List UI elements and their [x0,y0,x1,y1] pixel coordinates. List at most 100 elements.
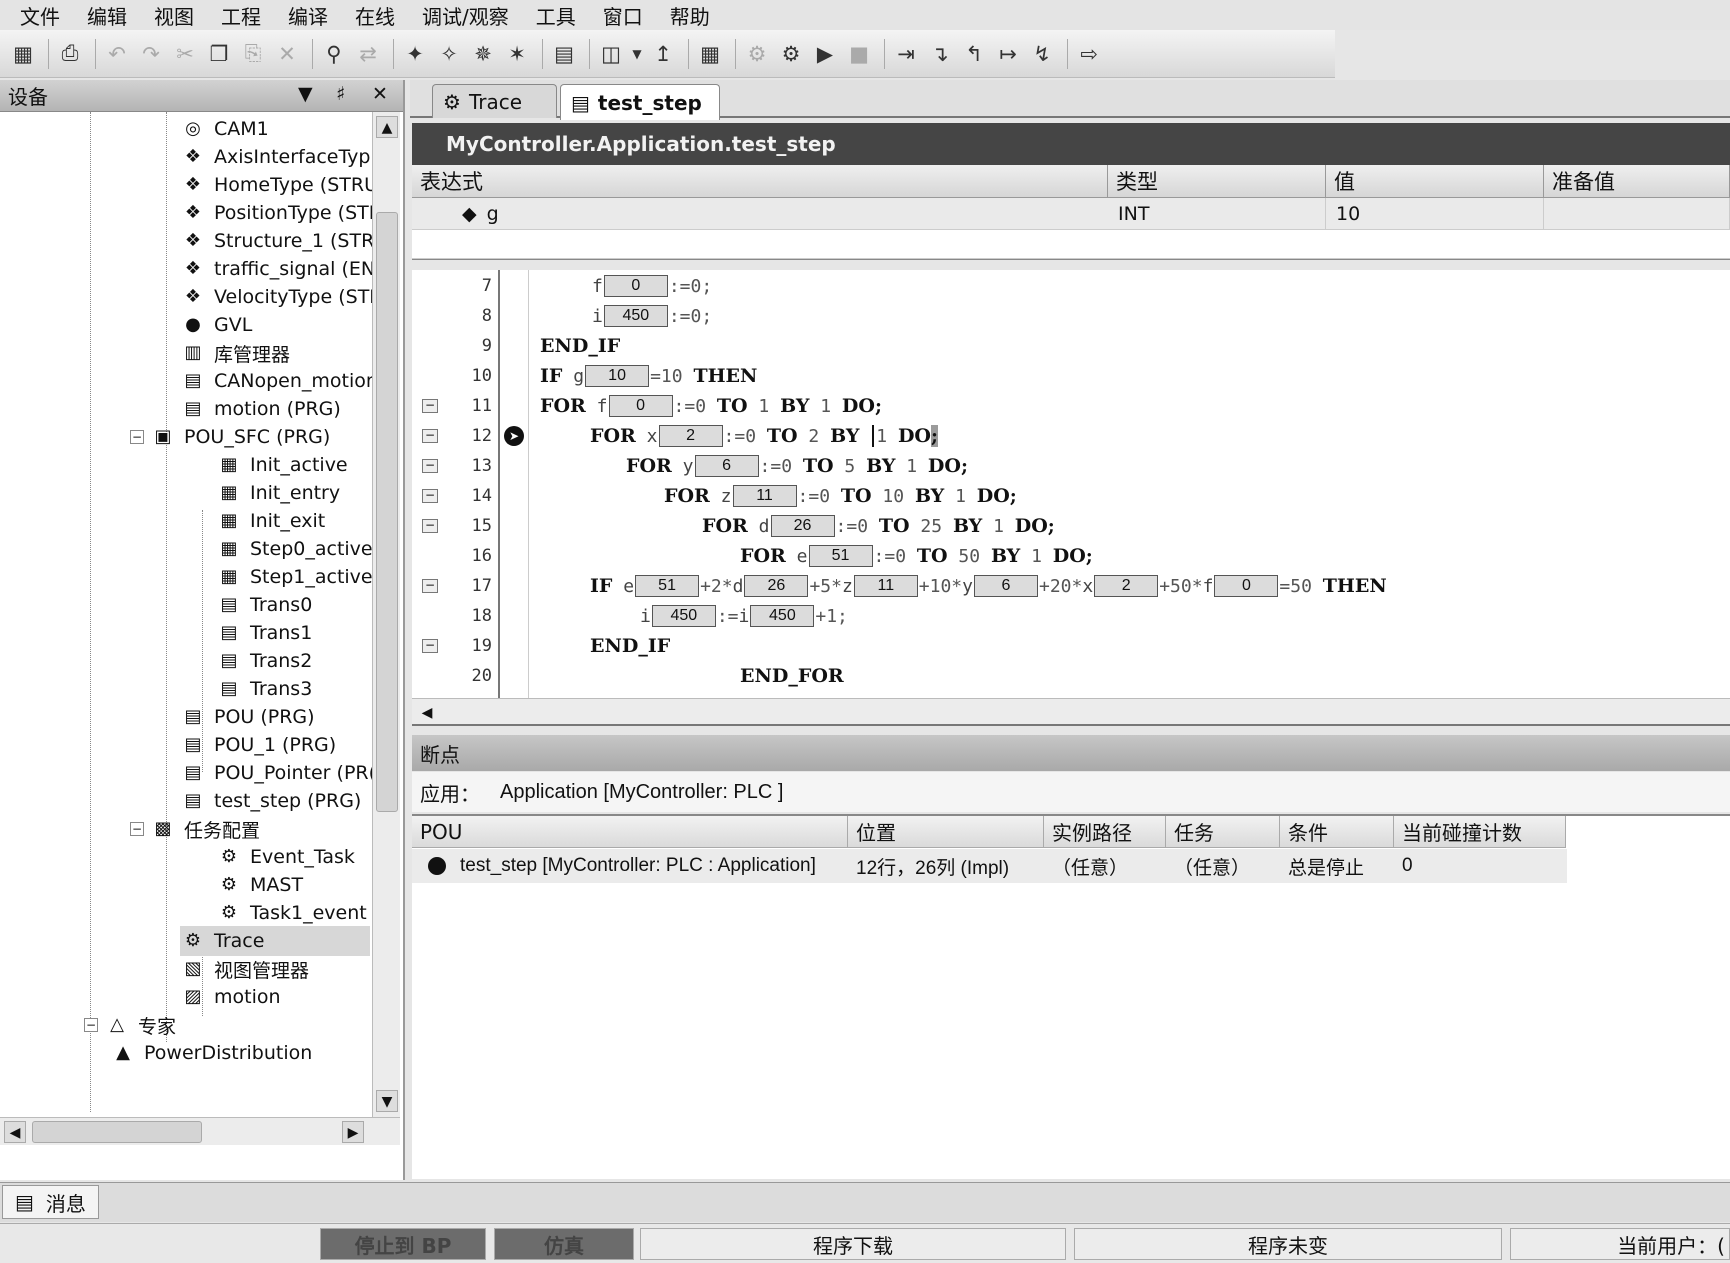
clean-icon[interactable]: ✵ [468,39,498,69]
inline-value[interactable]: 11 [853,575,918,597]
run-to-cursor-icon[interactable]: ↦ [993,39,1023,69]
scroll-right-icon[interactable]: ▶ [342,1121,364,1143]
tree-item[interactable]: ▤ POU (PRG) [180,702,314,732]
tree-item[interactable]: ▦ Init_exit [216,506,325,536]
generate-icon[interactable]: ▤ [549,39,579,69]
rebuild-icon[interactable]: ✧ [434,39,464,69]
inline-value[interactable]: 26 [744,575,809,597]
tree-item[interactable]: ▤ Trans0 [216,590,312,620]
stop-icon[interactable]: ■ [844,39,874,69]
find-icon[interactable]: ⚲ [319,39,349,69]
inline-value[interactable]: 450 [750,605,815,627]
tree-item[interactable]: ❖ Structure_1 (STR [180,226,372,256]
inline-value[interactable]: 51 [635,575,700,597]
tree-item[interactable]: ▤ test_step (PRG) [180,786,361,816]
redo-icon[interactable]: ↷ [136,39,166,69]
tree-item[interactable]: ⚙ MAST [216,870,303,900]
inline-value[interactable]: 2 [1094,575,1159,597]
column-header[interactable]: 条件 [1280,816,1394,848]
prepared-value-cell[interactable] [1544,198,1730,230]
inline-value[interactable]: 6 [974,575,1038,597]
inline-value[interactable]: 0 [608,395,673,417]
tree-item[interactable]: ❖ traffic_signal (ENI [180,254,372,284]
current-step-icon[interactable]: ➤ [504,426,524,446]
tree-item[interactable]: ❖ AxisInterfaceTyp [180,142,371,172]
column-header[interactable]: 准备值 [1544,165,1730,198]
inline-value[interactable]: 51 [808,545,873,567]
scroll-thumb[interactable] [376,212,398,812]
tab-test-step[interactable]: ▤ test_step [560,84,720,120]
step-over-icon[interactable]: ⇥ [891,39,921,69]
collapse-icon[interactable]: − [130,430,144,444]
step-into-icon[interactable]: ↴ [925,39,955,69]
menu-view[interactable]: 视图 [154,1,194,30]
inline-value[interactable]: 0 [1214,575,1279,597]
tree-horizontal-scrollbar[interactable]: ◀ ▶ [0,1117,400,1145]
menu-debug[interactable]: 调试/观察 [422,1,509,30]
undo-icon[interactable]: ↶ [102,39,132,69]
logout-icon[interactable]: ⚙ [776,39,806,69]
tree-item[interactable]: ▤ POU_1 (PRG) [180,730,336,760]
editor-horizontal-scrollbar[interactable]: ◀ [412,698,1730,726]
dropdown-icon[interactable]: ▼ [630,39,644,69]
tree-item[interactable]: − ▩ 任务配置 [130,814,260,844]
tab-trace[interactable]: ⚙ Trace [432,84,557,118]
tree-item[interactable]: ▤ CANopen_motion [180,366,372,396]
tree-item[interactable]: ⚙ Event_Task [216,842,355,872]
inline-value[interactable]: 0 [603,275,668,297]
panel-menu-icon[interactable]: ▼ [298,83,313,105]
scroll-down-icon[interactable]: ▼ [376,1090,398,1112]
show-current-icon[interactable]: ⇨ [1074,39,1104,69]
visu-icon[interactable]: ▦ [695,39,725,69]
menu-build[interactable]: 编译 [288,1,328,30]
status-simulation[interactable]: 仿真 [494,1228,634,1260]
copy-icon[interactable]: ❐ [204,39,234,69]
tree-item[interactable]: ❖ HomeType (STRU [180,170,372,200]
tree-item[interactable]: ⚙ Task1_event [216,898,367,928]
inline-value[interactable]: 450 [603,305,668,327]
menu-help[interactable]: 帮助 [670,1,710,30]
step-out-icon[interactable]: ↰ [959,39,989,69]
tree-item[interactable]: ▦ Step1_active [216,562,372,592]
tree-vertical-scrollbar[interactable]: ▲ ▼ [372,112,400,1117]
start-icon[interactable]: ▶ [810,39,840,69]
menu-project[interactable]: 工程 [221,1,261,30]
column-header[interactable]: 当前碰撞计数 [1394,816,1566,848]
menu-tools[interactable]: 工具 [536,1,576,30]
menu-file[interactable]: 文件 [20,1,60,30]
tree-item[interactable]: ❖ PositionType (STF [180,198,372,228]
tree-item[interactable]: ▦ Init_active [216,450,347,480]
scroll-left-icon[interactable]: ◀ [4,1121,26,1143]
tree-item[interactable]: ❖ VelocityType (STF [180,282,372,312]
tree-item[interactable]: ⚙ Trace [180,926,370,956]
collapse-icon[interactable]: − [84,1018,98,1032]
replace-icon[interactable]: ⇄ [353,39,383,69]
tree-item[interactable]: − △ 专家 [84,1010,176,1040]
tree-item[interactable]: ▦ Init_entry [216,478,340,508]
menu-online[interactable]: 在线 [355,1,395,30]
menu-edit[interactable]: 编辑 [87,1,127,30]
login-icon[interactable]: ⚙ [742,39,772,69]
inline-value[interactable]: 26 [770,515,835,537]
code-editor[interactable]: 7 f 0:=0; 8 i 450:=0; 9 END_IF 10 IF g 10 =1… [412,270,1730,698]
print-icon[interactable]: ⎙ [55,39,85,69]
column-header[interactable]: 任务 [1166,816,1280,848]
tree-item[interactable]: ▤ Trans3 [216,674,312,704]
tree-item[interactable]: ▲ PowerDistribution [110,1038,312,1068]
column-header[interactable]: 实例路径 [1044,816,1166,848]
clean-all-icon[interactable]: ✶ [502,39,532,69]
tree-item[interactable]: ▧ 视图管理器 [180,954,309,984]
tree-item[interactable]: ▦ Step0_active [216,534,372,564]
paste-icon[interactable]: ⎘ [238,39,268,69]
delete-icon[interactable]: ✕ [272,39,302,69]
inline-value[interactable]: 10 [585,365,650,387]
cut-icon[interactable]: ✂ [170,39,200,69]
breakpoint-icon[interactable] [428,857,446,875]
set-next-icon[interactable]: ↯ [1027,39,1057,69]
download-icon[interactable]: ↥ [648,39,678,69]
inline-value[interactable]: 2 [658,425,723,447]
column-header[interactable]: POU [412,816,848,848]
scroll-up-icon[interactable]: ▲ [376,116,398,138]
column-header[interactable]: 表达式 [412,165,1108,198]
device-icon[interactable]: ◫ [596,39,626,69]
